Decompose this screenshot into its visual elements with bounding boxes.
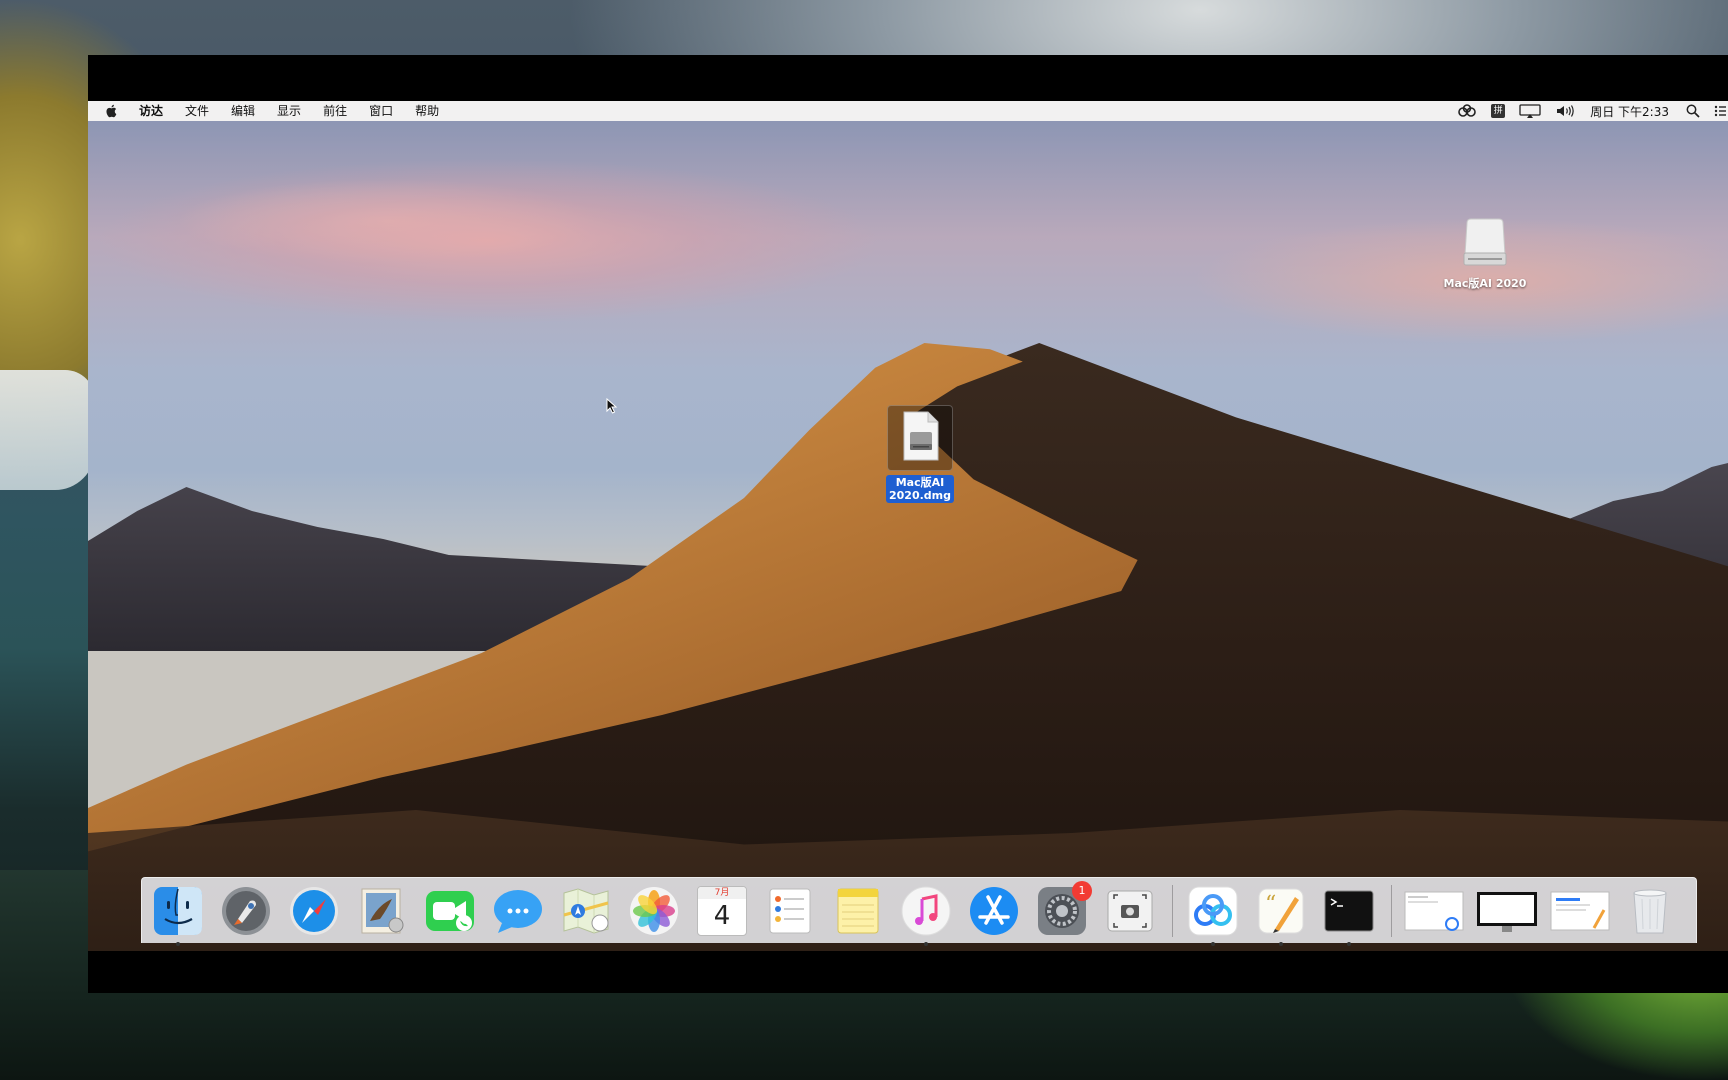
- dock-trash[interactable]: [1622, 883, 1678, 939]
- calendar-day: 4: [713, 900, 731, 931]
- launchpad-icon: [222, 886, 270, 935]
- airplay-display-icon[interactable]: [1519, 104, 1541, 118]
- menu-view[interactable]: 显示: [266, 101, 312, 121]
- disk-image-file-icon: [887, 405, 953, 471]
- screenshot-icon: [1107, 890, 1153, 931]
- dock-mail[interactable]: [354, 883, 410, 939]
- baidu-netdisk-icon: [1188, 886, 1238, 935]
- dock-minimized-window-1[interactable]: [1404, 883, 1464, 939]
- desktop: Mac版AI 2020 Mac版AI 2020.dmg: [88, 121, 1728, 951]
- itunes-icon: [901, 886, 951, 935]
- dock-itunes[interactable]: [898, 883, 954, 946]
- display-thumbnail-icon: [1477, 891, 1537, 932]
- dock-separator: [1391, 884, 1392, 937]
- desktop-drive-icon[interactable]: Mac版AI 2020: [1435, 217, 1535, 290]
- photos-icon: [630, 886, 678, 935]
- running-indicator: [1279, 941, 1283, 946]
- menu-file[interactable]: 文件: [174, 101, 220, 121]
- document-thumbnail-icon: [1550, 891, 1610, 930]
- running-indicator: [176, 941, 180, 946]
- input-method-icon[interactable]: 拼: [1491, 104, 1506, 118]
- menu-clock[interactable]: 周日 下午2:33: [1590, 103, 1669, 120]
- dock-screenshot[interactable]: [1102, 883, 1158, 939]
- dock-notes[interactable]: [830, 883, 886, 939]
- dock: 7月 4 1 “: [141, 877, 1697, 946]
- notification-center-icon[interactable]: [1714, 105, 1726, 117]
- dmg-label: Mac版AI 2020.dmg: [885, 475, 954, 503]
- menu-edit[interactable]: 编辑: [220, 101, 266, 121]
- dmg-label-line2: 2020.dmg: [888, 489, 951, 502]
- dock-baidu-netdisk[interactable]: [1185, 883, 1241, 946]
- pages-pen-icon: “: [1258, 888, 1304, 933]
- messages-icon: [494, 889, 542, 933]
- drive-label: Mac版AI 2020: [1443, 277, 1527, 290]
- running-indicator: [1211, 941, 1215, 946]
- recorded-screen: 访达 文件 编辑 显示 前往 窗口 帮助 拼 周日 下午2:33 Mac版AI …: [88, 55, 1728, 993]
- menu-help[interactable]: 帮助: [404, 101, 450, 121]
- window-thumbnail-icon: [1404, 891, 1464, 931]
- running-indicator: [924, 941, 928, 946]
- calendar-icon: 7月 4: [697, 885, 747, 936]
- maps-icon: [563, 887, 609, 934]
- dock-finder[interactable]: [150, 883, 206, 946]
- dock-facetime[interactable]: [422, 883, 478, 939]
- mail-icon: [361, 888, 404, 933]
- dock-photos[interactable]: [626, 883, 682, 939]
- dock-app-store[interactable]: [966, 883, 1022, 939]
- menu-finder[interactable]: 访达: [128, 101, 174, 121]
- safari-icon: [290, 886, 338, 935]
- calendar-month: 7月: [698, 886, 746, 899]
- dock-safari[interactable]: [286, 883, 342, 939]
- mouse-pointer-icon: [606, 397, 618, 418]
- terminal-icon: [1324, 890, 1374, 931]
- dock-separator: [1172, 884, 1173, 937]
- desktop-dmg-icon[interactable]: Mac版AI 2020.dmg: [870, 405, 970, 503]
- external-drive-icon: [1459, 217, 1511, 273]
- volume-icon[interactable]: [1555, 104, 1575, 118]
- menu-window[interactable]: 窗口: [358, 101, 404, 121]
- running-indicator: [1347, 941, 1351, 946]
- notes-icon: [837, 888, 879, 933]
- dock-minimized-window-2[interactable]: [1476, 883, 1538, 939]
- dock-reminders[interactable]: [762, 883, 818, 939]
- dock-minimized-window-3[interactable]: [1550, 883, 1610, 939]
- notification-badge: 1: [1072, 880, 1092, 901]
- dock-messages[interactable]: [490, 883, 546, 939]
- finder-icon: [154, 886, 202, 935]
- svg-text:“: “: [1265, 892, 1276, 917]
- reminders-icon: [769, 888, 811, 933]
- background-cloud: [0, 370, 95, 490]
- dmg-label-line1: Mac版AI: [895, 476, 945, 489]
- trash-icon: [1633, 889, 1667, 933]
- app-store-icon: [970, 886, 1018, 935]
- menu-go[interactable]: 前往: [312, 101, 358, 121]
- facetime-icon: [426, 890, 474, 931]
- spotlight-search-icon[interactable]: [1686, 104, 1700, 118]
- dock-quote-pen[interactable]: “: [1253, 883, 1309, 946]
- dock-calendar[interactable]: 7月 4: [694, 883, 750, 939]
- apple-menu-icon[interactable]: [104, 104, 118, 118]
- baidu-netdisk-status-icon[interactable]: [1457, 104, 1477, 118]
- dock-launchpad[interactable]: [218, 883, 274, 939]
- menu-bar: 访达 文件 编辑 显示 前往 窗口 帮助 拼 周日 下午2:33: [88, 101, 1728, 121]
- dock-maps[interactable]: [558, 883, 614, 939]
- dock-terminal[interactable]: [1321, 883, 1377, 946]
- dock-system-preferences[interactable]: 1: [1034, 880, 1092, 939]
